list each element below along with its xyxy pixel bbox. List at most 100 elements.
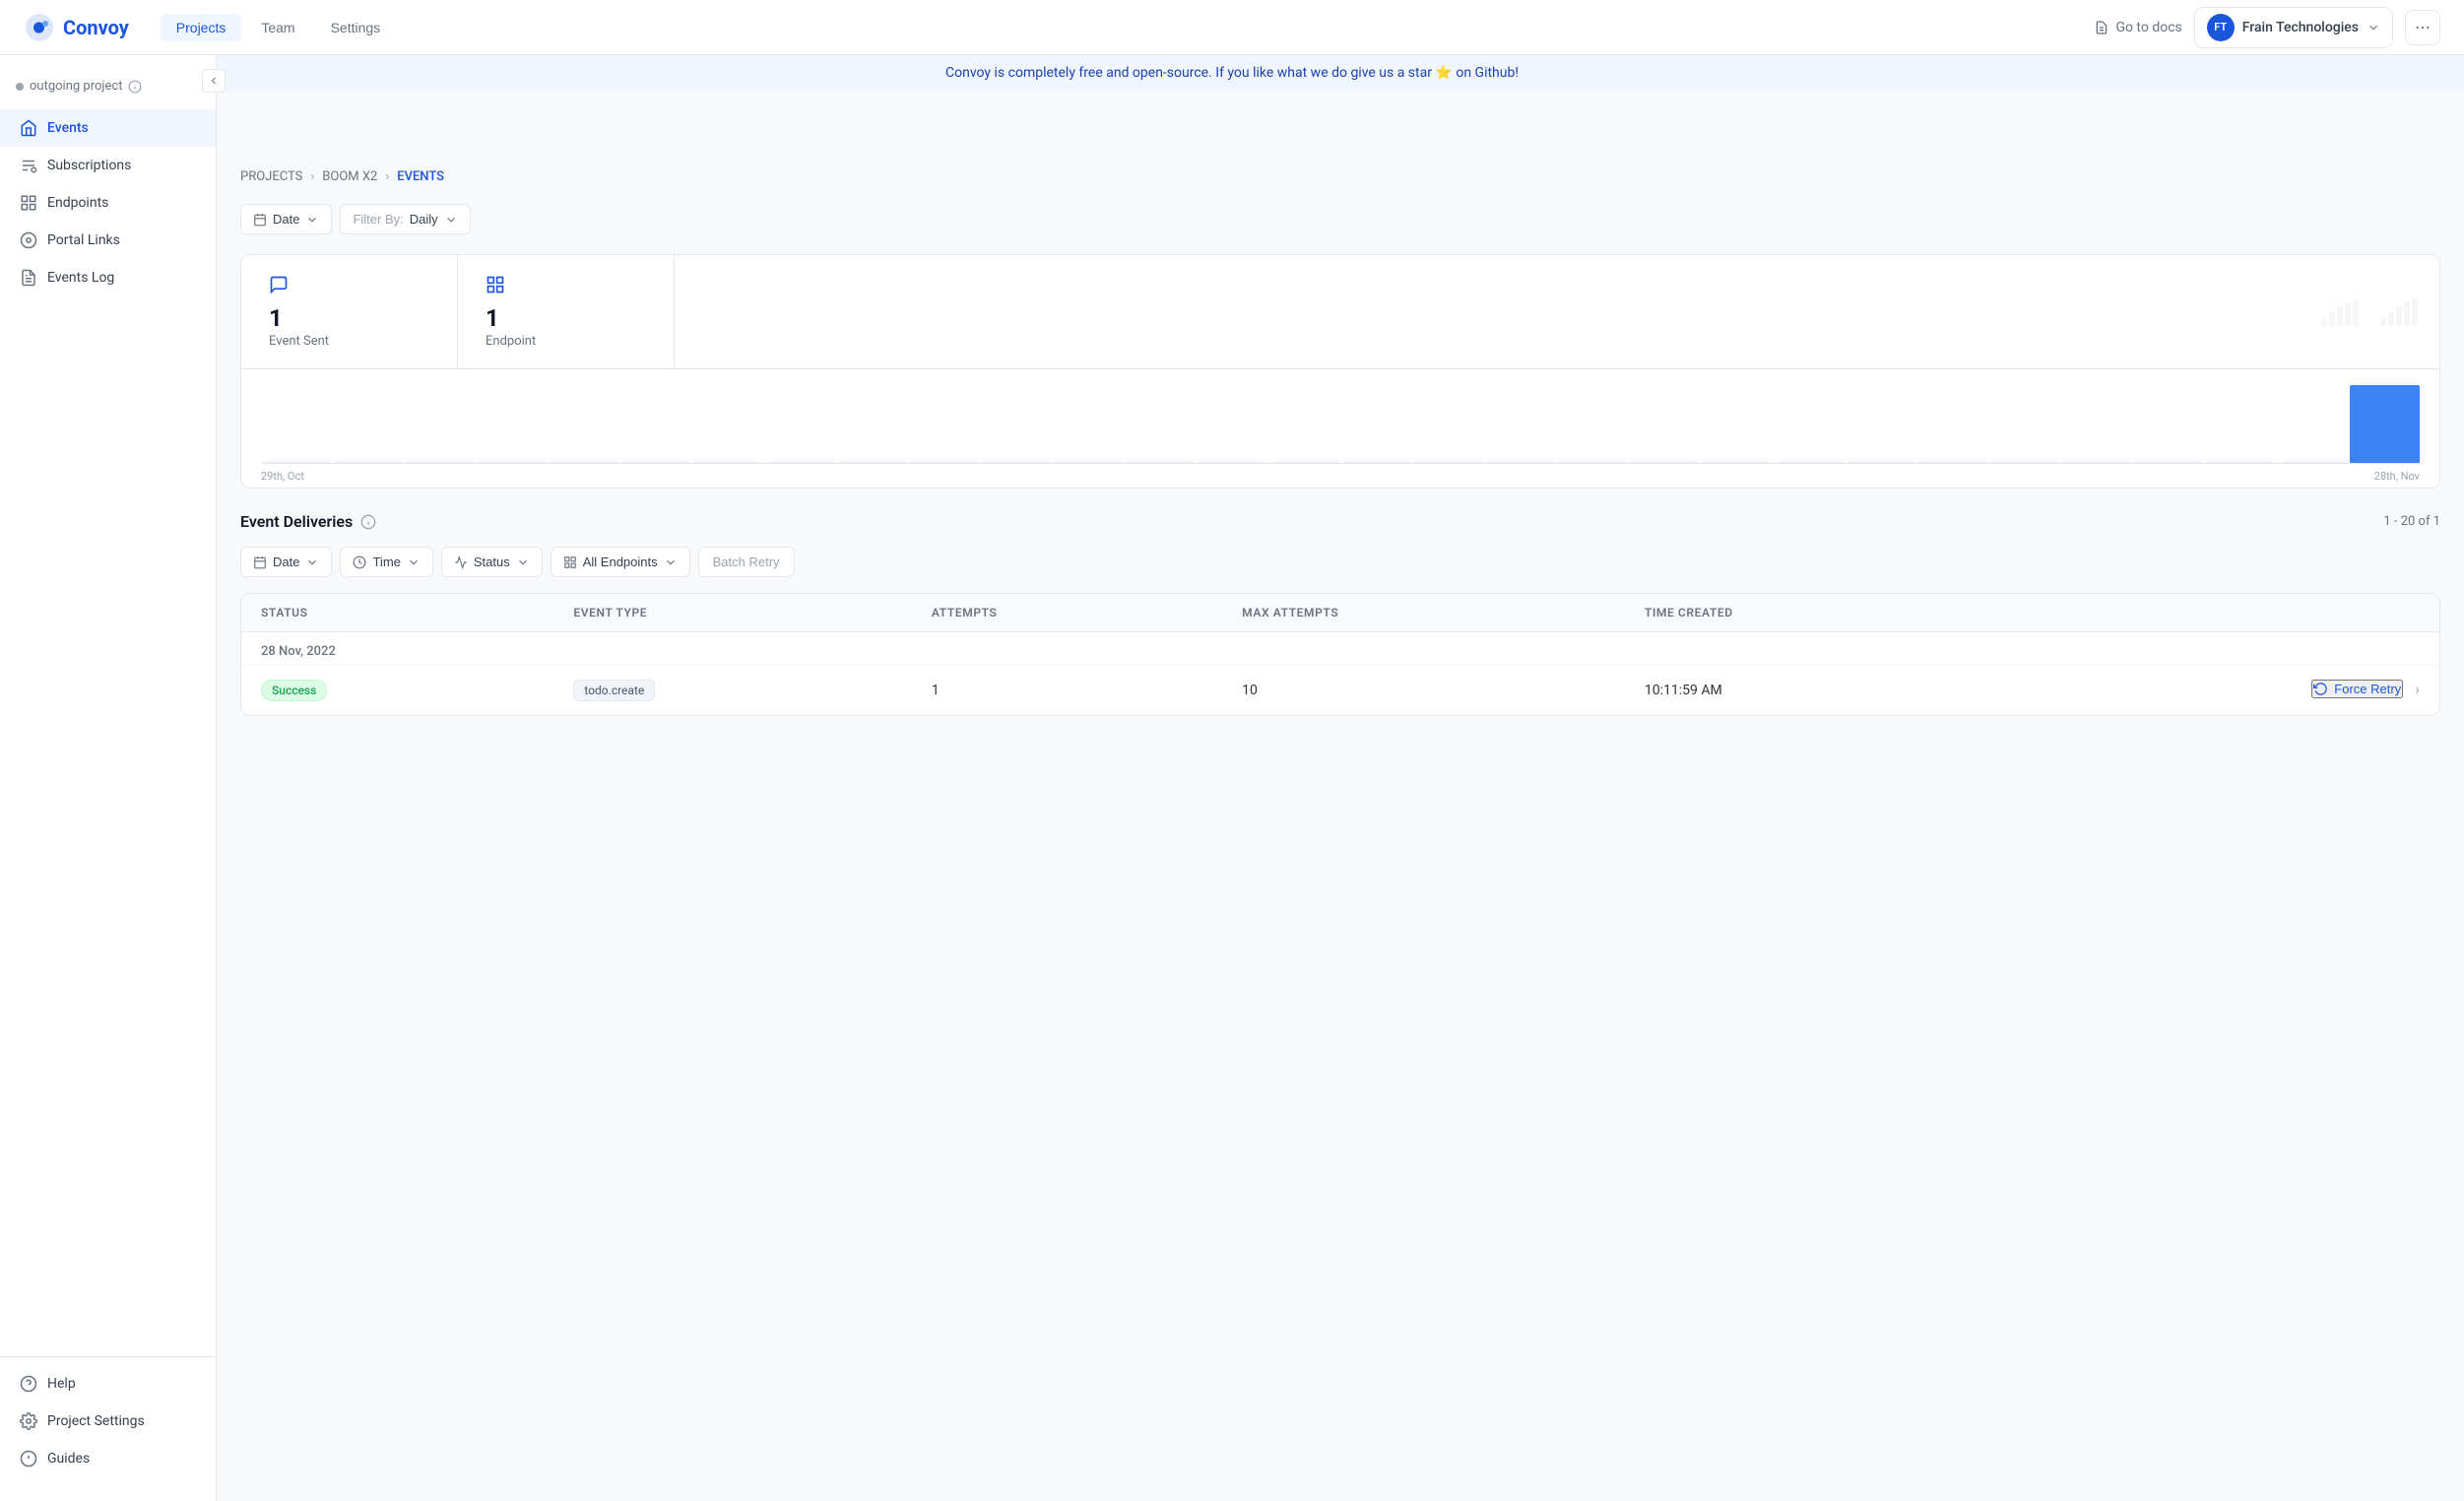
chart-bar — [1774, 461, 1844, 463]
chart-bar — [2134, 461, 2204, 463]
chart-bar — [261, 461, 331, 463]
sidebar-nav: Events Subscriptions Endpoints Portal Li… — [0, 109, 216, 1356]
status-icon — [454, 555, 468, 569]
nav-projects[interactable]: Projects — [161, 14, 242, 41]
nav-right: Go to docs FT Frain Technologies — [2094, 7, 2440, 48]
chart-bar — [1198, 461, 1267, 463]
docs-link[interactable]: Go to docs — [2094, 20, 2181, 35]
col-event-type: EVENT TYPE — [553, 594, 912, 632]
chart-bar — [1126, 461, 1196, 463]
home-icon — [20, 119, 37, 137]
chart-bar — [477, 461, 547, 463]
chart-bar — [837, 461, 907, 463]
logo: Convoy — [24, 12, 129, 43]
batch-retry-button[interactable]: Batch Retry — [698, 547, 795, 577]
sidebar-item-subscriptions[interactable]: Subscriptions — [0, 147, 216, 184]
chart-bar — [1413, 461, 1483, 463]
chart-bar — [2278, 461, 2348, 463]
col-actions — [2003, 594, 2439, 632]
endpoint-count: 1 — [486, 304, 646, 332]
chart-bar — [2206, 461, 2276, 463]
table-body: 28 Nov, 2022 Success todo.create 1 10 10… — [241, 632, 2439, 716]
pagination-info: 1 - 20 of 1 — [2383, 514, 2440, 529]
delivery-status-filter[interactable]: Status — [441, 547, 543, 577]
col-time-created: TIME CREATED — [1625, 594, 2003, 632]
main-content: PROJECTS › BOOM X2 › EVENTS Date Filter … — [217, 146, 2464, 740]
chevron-down-icon — [305, 213, 319, 227]
doc-icon — [2094, 20, 2109, 35]
breadcrumb-boom[interactable]: BOOM X2 — [322, 169, 377, 184]
help-icon — [20, 1375, 37, 1393]
sidebar-item-events-log[interactable]: Events Log — [0, 259, 216, 296]
chart-bar — [333, 461, 403, 463]
event-type-badge: todo.create — [573, 680, 655, 701]
logo-text: Convoy — [63, 16, 129, 39]
col-status: STATUS — [241, 594, 553, 632]
chart-bar — [1630, 461, 1700, 463]
breadcrumb-sep-1: › — [310, 169, 314, 184]
settings-icon — [20, 1412, 37, 1430]
event-deliveries-table: STATUS EVENT TYPE ATTEMPTS MAX ATTEMPTS … — [240, 593, 2440, 716]
sidebar-item-events[interactable]: Events — [0, 109, 216, 147]
stat-endpoints: 1 Endpoint — [458, 255, 675, 368]
chevron-down-icon — [516, 555, 530, 569]
chart-bars — [261, 385, 2420, 464]
breadcrumb-projects[interactable]: PROJECTS — [240, 169, 302, 184]
collapse-icon — [208, 75, 220, 87]
chart-bar — [1846, 461, 1915, 463]
sidebar-project-label: outgoing project — [0, 71, 216, 101]
project-dot — [16, 83, 24, 91]
top-filters: Date Filter By: Daily — [240, 204, 2440, 234]
force-retry-button[interactable]: Force Retry — [2311, 680, 2403, 698]
sidebar-item-endpoints[interactable]: Endpoints — [0, 184, 216, 222]
chart-bar — [550, 461, 619, 463]
subscriptions-icon — [20, 157, 37, 174]
more-button[interactable] — [2405, 10, 2440, 45]
cell-attempts: 1 — [912, 666, 1222, 716]
deliveries-filters: Date Time Status All Endpoints Batch Ret… — [240, 547, 2440, 577]
deliveries-header: Event Deliveries 1 - 20 of 1 — [240, 512, 2440, 531]
row-arrow: › — [2415, 680, 2420, 698]
nav-team[interactable]: Team — [245, 14, 310, 41]
cell-status: Success — [241, 666, 553, 716]
chart-bar — [1558, 461, 1628, 463]
info-icon — [128, 80, 142, 94]
delivery-endpoints-filter[interactable]: All Endpoints — [551, 547, 690, 577]
chart-bar — [405, 461, 475, 463]
events-sent-count: 1 — [269, 304, 429, 332]
org-selector[interactable]: FT Frain Technologies — [2194, 7, 2393, 48]
breadcrumb-current: EVENTS — [397, 169, 444, 184]
delivery-date-filter[interactable]: Date — [240, 547, 332, 577]
date-filter-button[interactable]: Date — [240, 204, 332, 234]
events-sent-label: Event Sent — [269, 334, 429, 349]
date-group-label: 28 Nov, 2022 — [241, 632, 2439, 666]
chart-bar — [1702, 461, 1772, 463]
table: STATUS EVENT TYPE ATTEMPTS MAX ATTEMPTS … — [241, 594, 2439, 715]
chart-bar — [981, 461, 1051, 463]
sidebar-bottom: Help Project Settings Guides — [0, 1356, 216, 1485]
filter-by-button[interactable]: Filter By: Daily — [340, 204, 470, 234]
breadcrumb: PROJECTS › BOOM X2 › EVENTS — [240, 169, 2440, 184]
nav-settings[interactable]: Settings — [315, 14, 397, 41]
endpoint-icon — [486, 275, 646, 298]
cell-time-created: 10:11:59 AM — [1625, 666, 2003, 716]
filter-by-prefix: Filter By: — [353, 212, 403, 227]
guides-icon — [20, 1450, 37, 1468]
sidebar-item-help[interactable]: Help — [0, 1365, 216, 1403]
portal-icon — [20, 231, 37, 249]
sidebar-item-portal-links[interactable]: Portal Links — [0, 222, 216, 259]
stats-row: 1 Event Sent 1 Endpoint — [241, 255, 2439, 369]
delivery-time-filter[interactable]: Time — [340, 547, 432, 577]
sidebar-item-project-settings[interactable]: Project Settings — [0, 1403, 216, 1440]
chevron-down-icon — [2367, 21, 2380, 34]
chart-bar — [1917, 461, 1987, 463]
more-icon — [2414, 19, 2432, 36]
chart-bar — [1341, 461, 1411, 463]
org-name: Frain Technologies — [2242, 20, 2359, 35]
sidebar-item-guides[interactable]: Guides — [0, 1440, 216, 1477]
chevron-down-icon — [664, 555, 678, 569]
sidebar-toggle-button[interactable] — [202, 69, 226, 93]
chart-dates: 29th, Oct 28th, Nov — [261, 464, 2420, 483]
breadcrumb-sep-2: › — [385, 169, 389, 184]
cell-actions: Force Retry › — [2003, 666, 2439, 712]
